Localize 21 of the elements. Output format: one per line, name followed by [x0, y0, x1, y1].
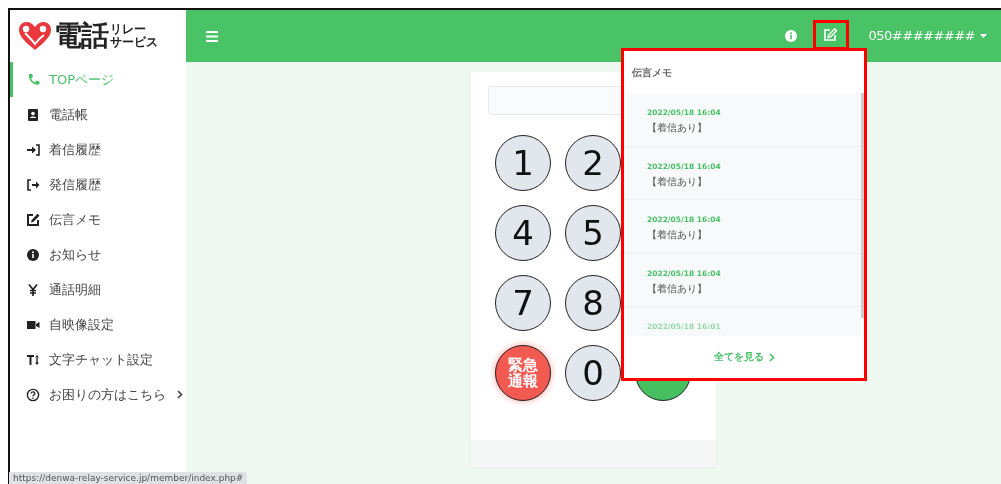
- key-button[interactable]: 8: [565, 275, 621, 331]
- sidebar-item[interactable]: お困りの方はこちら: [10, 377, 186, 412]
- dropdown-title: 伝言メモ: [631, 66, 673, 80]
- sidebar-item[interactable]: 発信履歴: [10, 167, 186, 202]
- key-button[interactable]: 1: [495, 135, 551, 191]
- sidebar-item[interactable]: お知らせ: [10, 237, 186, 272]
- key-button[interactable]: 4: [495, 205, 551, 261]
- key-button[interactable]: 2: [565, 135, 621, 191]
- sidebar-item[interactable]: 伝言メモ: [10, 202, 186, 237]
- logo-text: サービス: [110, 36, 158, 49]
- key-button[interactable]: 7: [495, 275, 551, 331]
- sidebar-item[interactable]: 自映像設定: [10, 307, 186, 342]
- sidebar-item[interactable]: 通話明細: [10, 272, 186, 307]
- logo-text: リレー: [110, 23, 146, 36]
- sidebar-item[interactable]: 着信履歴: [10, 132, 186, 167]
- status-url: https://denwa-relay-service.jp/member/index.php#: [9, 472, 248, 484]
- key-button[interactable]: 0: [565, 345, 621, 401]
- key-button[interactable]: 5: [565, 205, 621, 261]
- logo-text: 電話: [54, 22, 108, 50]
- sidebar-item[interactable]: 電話帳: [10, 97, 186, 132]
- sidebar-item[interactable]: 文字チャット設定: [10, 342, 186, 377]
